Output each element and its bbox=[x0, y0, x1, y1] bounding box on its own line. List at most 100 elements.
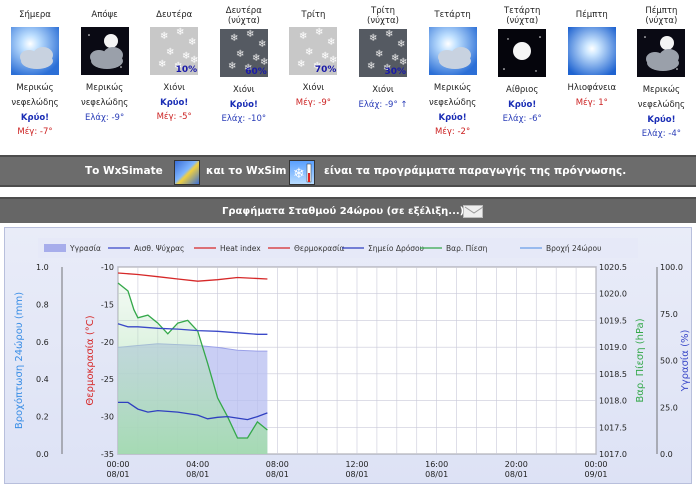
forecast-condition: Ηλιοφάνεια bbox=[567, 83, 617, 93]
forecast-period: Σήμερα bbox=[19, 10, 51, 20]
rain-axis-tick: 0.2 bbox=[36, 413, 49, 422]
forecast-condition: Χιόνι bbox=[302, 83, 325, 93]
temp-axis-label: Θερμοκρασία (°C) bbox=[84, 315, 96, 405]
sunny-icon[interactable] bbox=[567, 27, 616, 75]
banner-text-wxsimate: Το WxSimate bbox=[85, 165, 163, 177]
pressure-axis-label: Βαρ. Πίεση (hPa) bbox=[634, 318, 646, 402]
forecast-day-9: Πέμπτη (νύχτα) Μερικώς νεφελώδης Κρύο! Ελάχ: … bbox=[626, 0, 696, 141]
forecast-max-temp: Μέγ: -9° bbox=[295, 98, 332, 108]
forecast-condition: Χιόνι bbox=[163, 83, 185, 93]
pressure-axis-tick: 1020.5 bbox=[599, 263, 627, 272]
forecast-condition-2: νεφελώδης bbox=[80, 98, 129, 108]
forecast-min-temp: Ελάχ: -9° ↑ bbox=[358, 100, 408, 110]
pressure-axis-tick: 1018.0 bbox=[599, 397, 627, 406]
forecast-day-3: Δευτέρα (νύχτα) ❄ ❄ ❄ ❄ ❄ ❄ ❄ ❄ 60% Χιόνι Κρύο! Ελάχ:… bbox=[209, 0, 279, 126]
svg-text:❄: ❄ bbox=[293, 166, 305, 182]
legend-label: Σημείο Δρόσου bbox=[368, 244, 424, 253]
svg-text:❄: ❄ bbox=[367, 61, 375, 72]
legend-label: Αισθ. Ψύχρας bbox=[134, 244, 184, 253]
temp-axis-tick: -20 bbox=[101, 338, 114, 347]
precip-probability: 70% bbox=[314, 65, 337, 75]
legend-label: Βροχή 24ώρου bbox=[546, 244, 601, 253]
forecast-condition-2: νεφελώδης bbox=[428, 98, 477, 108]
forecast-condition: Μερικώς bbox=[85, 83, 124, 93]
svg-text:❄: ❄ bbox=[369, 33, 377, 44]
snow-day-icon[interactable]: ❄ ❄ ❄ ❄ ❄ ❄ ❄ ❄ 10% bbox=[150, 27, 199, 75]
forecast-min-temp: Ελάχ: -4° bbox=[641, 129, 681, 139]
forecast-period-night: (νύχτα) bbox=[367, 16, 399, 26]
svg-text:❄: ❄ bbox=[258, 39, 266, 50]
forecast-min-temp: Ελάχ: -10° bbox=[221, 114, 267, 124]
cold-warning: Κρύο! bbox=[160, 98, 189, 108]
partly-cloudy-sun-icon[interactable] bbox=[428, 27, 477, 75]
wxsim-logo-icon[interactable]: ❄ bbox=[289, 160, 315, 185]
svg-text:❄: ❄ bbox=[230, 33, 238, 44]
pressure-axis-tick: 1017.5 bbox=[599, 423, 627, 432]
wxsimate-logo-icon[interactable] bbox=[174, 160, 200, 185]
partly-cloudy-night-icon[interactable] bbox=[80, 27, 129, 75]
forecast-max-temp: Μέγ: -7° bbox=[17, 127, 53, 137]
forecast-day-7: Τετάρτη (νύχτα) Αίθριος Κρύο! Ελάχ: -6° bbox=[487, 0, 557, 126]
rain-axis-tick: 0.8 bbox=[36, 300, 49, 309]
forecast-period-night: (νύχτα) bbox=[227, 16, 260, 26]
forecast-day-5: Τρίτη (νύχτα) ❄ ❄ ❄ ❄ ❄ ❄ ❄ ❄ 30% Χιόνι Ελάχ: -9° ↑ bbox=[348, 0, 418, 112]
humidity-axis-tick: 50.0 bbox=[660, 357, 678, 366]
partly-cloudy-night-icon[interactable] bbox=[637, 29, 686, 77]
forecast-period: Απόψε bbox=[91, 10, 118, 20]
x-tick-time: 16:00 bbox=[425, 460, 448, 469]
svg-text:❄: ❄ bbox=[228, 61, 236, 72]
forecast-period: Δευτέρα bbox=[156, 10, 193, 20]
svg-text:❄: ❄ bbox=[158, 59, 166, 70]
forecast-day-6: Τετάρτη Μερικώς νεφελώδης Κρύο! Μέγ: -2° bbox=[418, 0, 488, 139]
forecast-day-1: Απόψε Μερικώς νεφελώδης Ελάχ: -9° bbox=[70, 0, 140, 125]
x-tick-date: 08/01 bbox=[425, 470, 448, 479]
forecast-condition-2: νεφελώδης bbox=[637, 100, 686, 110]
forecast-strip: Σήμερα Μερικώς νεφελώδης Κρύο! Μέγ: -7° Απόψε… bbox=[0, 0, 696, 152]
envelope-icon[interactable] bbox=[463, 205, 484, 218]
legend-label: Υγρασία bbox=[69, 244, 101, 253]
partly-cloudy-sun-icon[interactable] bbox=[11, 27, 59, 75]
humidity-axis-tick: 75.0 bbox=[660, 310, 678, 319]
legend-label: Βαρ. Πίεση bbox=[446, 244, 488, 253]
svg-text:❄: ❄ bbox=[246, 29, 254, 40]
x-tick-date: 08/01 bbox=[186, 470, 209, 479]
forecast-min-temp: Ελάχ: -6° bbox=[502, 114, 542, 124]
x-tick-time: 20:00 bbox=[505, 460, 528, 469]
rain-axis-label: Βροχόπτωση 24ώρου (mm) bbox=[13, 292, 25, 429]
pressure-axis-tick: 1018.5 bbox=[599, 370, 627, 379]
humidity-axis-tick: 100.0 bbox=[660, 263, 683, 272]
cold-warning: Κρύο! bbox=[508, 100, 537, 110]
svg-text:❄: ❄ bbox=[305, 47, 313, 58]
pressure-axis-tick: 1017.0 bbox=[599, 450, 627, 459]
snow-night-icon[interactable]: ❄ ❄ ❄ ❄ ❄ ❄ ❄ ❄ 30% bbox=[359, 29, 407, 77]
svg-text:❄: ❄ bbox=[385, 29, 393, 40]
humidity-axis-tick: 0.0 bbox=[660, 450, 673, 459]
forecast-day-2: Δευτέρα ❄ ❄ ❄ ❄ ❄ ❄ ❄ ❄ 10% Χιόνι Κρύο! Μέγ: -5° bbox=[139, 0, 209, 124]
rain-axis-tick: 0.4 bbox=[36, 375, 49, 384]
pressure-axis-tick: 1019.0 bbox=[599, 343, 627, 352]
forecast-period: Πέμπτη bbox=[575, 10, 608, 20]
svg-text:❄: ❄ bbox=[166, 47, 174, 58]
cold-warning: Κρύο! bbox=[647, 115, 676, 125]
snow-night-icon[interactable]: ❄ ❄ ❄ ❄ ❄ ❄ ❄ ❄ 60% bbox=[219, 29, 268, 77]
forecast-period: Τρίτη bbox=[301, 10, 326, 20]
banner-text-wxsim: και το WxSim bbox=[206, 165, 287, 177]
precip-probability: 30% bbox=[384, 67, 406, 77]
svg-text:❄: ❄ bbox=[315, 27, 323, 38]
snow-day-icon[interactable]: ❄ ❄ ❄ ❄ ❄ ❄ ❄ ❄ 70% bbox=[289, 27, 338, 75]
svg-text:❄: ❄ bbox=[299, 31, 307, 42]
x-tick-time: 12:00 bbox=[345, 460, 368, 469]
forecast-max-temp: Μέγ: -2° bbox=[434, 127, 471, 137]
clear-night-icon[interactable] bbox=[498, 29, 547, 77]
temp-axis-tick: -30 bbox=[101, 413, 114, 422]
station-24h-chart: Υγρασία Αισθ. Ψύχρας Heat index Θερμοκρασία… bbox=[13, 238, 691, 479]
svg-text:❄: ❄ bbox=[397, 39, 405, 50]
forecast-min-temp: Ελάχ: -9° bbox=[84, 113, 125, 123]
x-tick-date: 08/01 bbox=[505, 470, 528, 479]
x-tick-time: 08:00 bbox=[266, 460, 289, 469]
x-tick-date: 09/01 bbox=[584, 470, 607, 479]
rain-axis-tick: 0.0 bbox=[36, 450, 49, 459]
x-tick-date: 08/01 bbox=[266, 470, 289, 479]
svg-text:❄: ❄ bbox=[236, 49, 244, 60]
forecast-condition: Αίθριος bbox=[506, 85, 539, 95]
